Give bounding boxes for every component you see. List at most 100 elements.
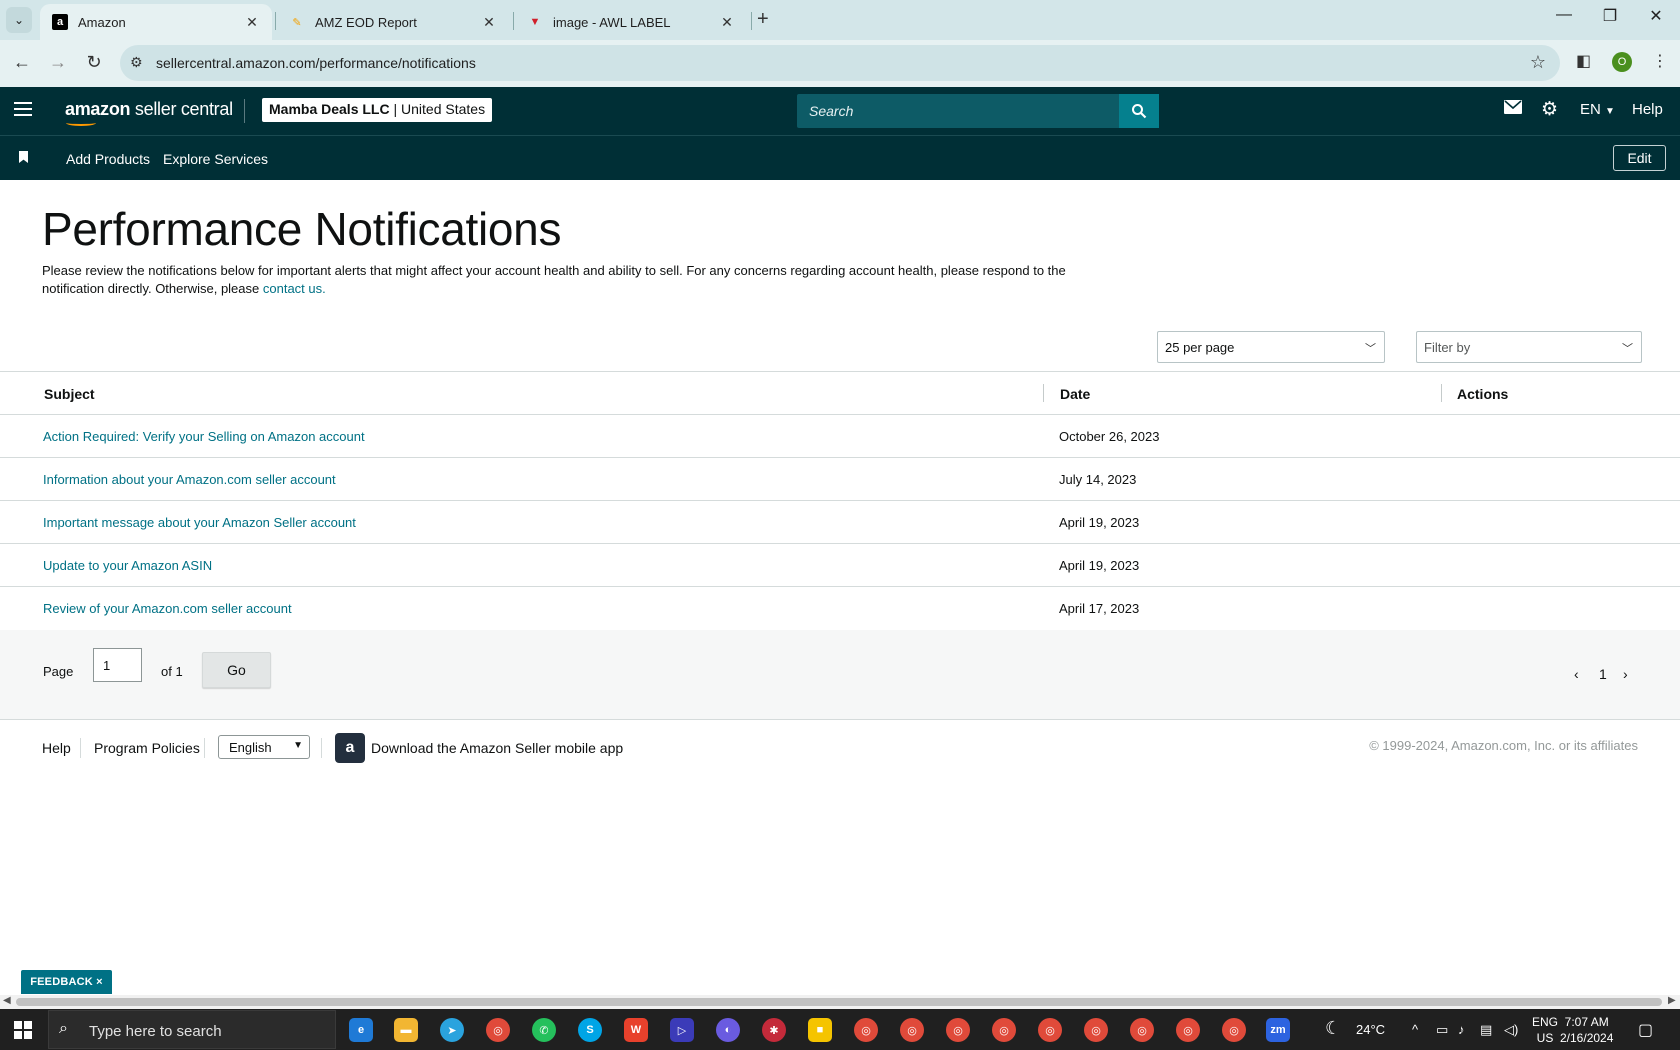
per-page-select[interactable]: 25 per page ﹀ [1157, 331, 1385, 363]
side-panel-icon[interactable]: ◧ [1576, 51, 1591, 71]
app-icon[interactable]: ✱ [762, 1018, 786, 1042]
taskbar-search[interactable]: ⌕ Type here to search [48, 1010, 336, 1049]
meet-now-icon[interactable]: ▭ [1436, 1022, 1448, 1038]
close-window-icon[interactable]: ✕ [1636, 6, 1676, 26]
whatsapp-icon[interactable]: ✆ [532, 1018, 556, 1042]
taskbar-clock[interactable]: 7:07 AM 2/16/2024 [1560, 1014, 1613, 1046]
notification-subject-link[interactable]: Important message about your Amazon Sell… [43, 515, 356, 530]
notification-subject-link[interactable]: Information about your Amazon.com seller… [43, 472, 336, 487]
chrome-profile-icon[interactable]: ◎ [1222, 1018, 1246, 1042]
notification-subject-link[interactable]: Review of your Amazon.com seller account [43, 601, 292, 616]
notification-subject-link[interactable]: Action Required: Verify your Selling on … [43, 429, 365, 444]
language-dropdown[interactable]: EN ▼ [1580, 101, 1615, 118]
restore-icon[interactable]: ❐ [1590, 6, 1630, 26]
new-tab-icon[interactable]: + [757, 8, 769, 31]
chrome-profile-icon[interactable]: ◎ [900, 1018, 924, 1042]
copilot-icon[interactable]: ▷ [670, 1018, 694, 1042]
notifications-icon[interactable]: ▢ [1638, 1020, 1653, 1040]
input-language[interactable]: ENG US [1532, 1014, 1558, 1046]
account-switcher[interactable]: Mamba Deals LLC | United States [262, 98, 493, 122]
close-tab-icon[interactable]: ✕ [244, 14, 260, 31]
chrome-profile-icon[interactable]: ◎ [1176, 1018, 1200, 1042]
network-icon[interactable]: ▤ [1480, 1022, 1492, 1038]
chevron-right-icon[interactable]: › [1623, 666, 1628, 682]
site-info-icon[interactable]: ⚙ [130, 54, 143, 71]
minimize-icon[interactable]: — [1544, 6, 1584, 24]
help-link[interactable]: Help [1632, 101, 1663, 118]
back-icon[interactable]: ← [10, 52, 34, 73]
add-products-link[interactable]: Add Products [66, 151, 150, 167]
filter-select[interactable]: Filter by ﹀ [1416, 331, 1642, 363]
seller-central-logo[interactable]: amazon seller central [65, 99, 233, 120]
horizontal-scrollbar[interactable]: ◀ ▶ [0, 995, 1680, 1009]
edge-icon[interactable]: e [349, 1018, 373, 1042]
chrome-profile-icon[interactable]: ◎ [854, 1018, 878, 1042]
scroll-left-icon[interactable]: ◀ [3, 995, 11, 1006]
footer-help-link[interactable]: Help [42, 740, 71, 756]
tab-awl-label[interactable]: ▼ image - AWL LABEL ✕ [515, 4, 747, 40]
messenger-icon[interactable]: ◐ [716, 1018, 740, 1042]
chevron-left-icon[interactable]: ‹ [1574, 666, 1579, 682]
tab-amz-eod-report[interactable]: ✎ AMZ EOD Report ✕ [277, 4, 509, 40]
contact-us-link[interactable]: contact us. [263, 281, 326, 296]
telegram-icon[interactable]: ➤ [440, 1018, 464, 1042]
table-row: Information about your Amazon.com seller… [0, 458, 1680, 501]
skype-icon[interactable]: S [578, 1018, 602, 1042]
search-input[interactable]: Search [809, 103, 853, 119]
scrollbar-thumb[interactable] [16, 998, 1662, 1006]
close-tab-icon[interactable]: ✕ [719, 14, 735, 31]
chrome-icon[interactable]: ◎ [486, 1018, 510, 1042]
windows-start-icon[interactable] [14, 1021, 32, 1039]
microphone-icon[interactable]: ♪ [1458, 1022, 1465, 1037]
copyright-text: © 1999-2024, Amazon.com, Inc. or its aff… [1369, 738, 1638, 753]
go-button[interactable]: Go [202, 652, 271, 688]
date-header[interactable]: Date [1060, 386, 1090, 402]
footer-divider [204, 738, 205, 758]
wps-icon[interactable]: W [624, 1018, 648, 1042]
chrome-profile-icon[interactable]: ◎ [1038, 1018, 1062, 1042]
amazon-app-icon[interactable]: a [335, 733, 365, 763]
subject-header[interactable]: Subject [44, 386, 95, 402]
profile-avatar[interactable]: O [1612, 52, 1632, 72]
forward-icon[interactable]: → [46, 52, 70, 73]
close-tab-icon[interactable]: ✕ [481, 14, 497, 31]
reload-icon[interactable]: ↻ [82, 52, 106, 73]
tab-amazon[interactable]: a Amazon ✕ [40, 4, 272, 40]
bookmark-star-icon[interactable]: ☆ [1530, 52, 1546, 73]
zoom-icon[interactable]: zm [1266, 1018, 1290, 1042]
page-title: Performance Notifications [42, 203, 562, 255]
feedback-button[interactable]: FEEDBACK × [21, 970, 112, 994]
weather-temp[interactable]: 24°C [1356, 1022, 1385, 1037]
header-search[interactable]: Search [797, 94, 1159, 128]
mobile-app-link[interactable]: Download the Amazon Seller mobile app [371, 740, 623, 756]
edit-button[interactable]: Edit [1613, 145, 1666, 171]
address-bar[interactable]: ⚙ sellercentral.amazon.com/performance/n… [120, 45, 1560, 81]
volume-icon[interactable]: ◁) [1504, 1022, 1518, 1038]
sticky-notes-icon[interactable]: ■ [808, 1018, 832, 1042]
mail-icon[interactable] [1504, 100, 1522, 118]
tray-expand-icon[interactable]: ^ [1412, 1022, 1418, 1037]
page-number-input[interactable]: 1 [93, 648, 142, 682]
program-policies-link[interactable]: Program Policies [94, 740, 200, 756]
column-resizer[interactable] [1441, 384, 1442, 402]
settings-gear-icon[interactable]: ⚙ [1541, 98, 1558, 121]
footer-language-select[interactable]: English ▼ [218, 735, 310, 759]
chrome-profile-icon[interactable]: ◎ [1130, 1018, 1154, 1042]
notification-subject-link[interactable]: Update to your Amazon ASIN [43, 558, 212, 573]
browser-menu-icon[interactable]: ⋮ [1652, 51, 1668, 71]
tab-search-icon[interactable]: ⌄ [6, 7, 32, 33]
column-resizer[interactable] [1043, 384, 1044, 402]
search-button[interactable] [1119, 94, 1159, 128]
chrome-profile-icon[interactable]: ◎ [1084, 1018, 1108, 1042]
hamburger-menu-icon[interactable] [14, 102, 32, 120]
chrome-profile-icon[interactable]: ◎ [992, 1018, 1016, 1042]
bookmark-icon[interactable] [19, 151, 28, 163]
explore-services-link[interactable]: Explore Services [163, 151, 268, 167]
file-explorer-icon[interactable]: ▬ [394, 1018, 418, 1042]
current-page-number[interactable]: 1 [1599, 666, 1607, 682]
chrome-profile-icon[interactable]: ◎ [946, 1018, 970, 1042]
scroll-right-icon[interactable]: ▶ [1668, 995, 1676, 1006]
url-text[interactable]: sellercentral.amazon.com/performance/not… [156, 55, 476, 71]
weather-icon[interactable]: ☾ [1325, 1018, 1341, 1039]
bookmark-bar: Add Products Explore Services Edit [0, 135, 1680, 180]
